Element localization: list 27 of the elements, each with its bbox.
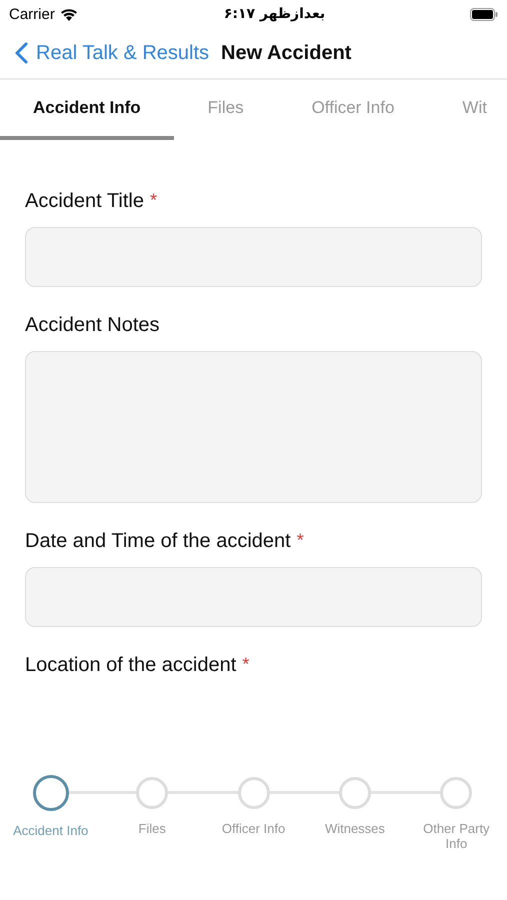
back-chevron-icon[interactable]: [14, 42, 28, 64]
field-label: Location of the accident: [25, 654, 236, 677]
required-mark: *: [150, 190, 157, 212]
status-time: بعدازظهر ۶:۱۷: [224, 6, 326, 22]
carrier-label: Carrier: [9, 6, 55, 22]
back-link[interactable]: Real Talk & Results: [36, 42, 210, 64]
step-label: Officer Info: [220, 821, 286, 836]
required-mark: *: [296, 530, 304, 552]
text-area[interactable]: [25, 351, 482, 503]
field-label: Date and Time of the accident: [25, 530, 291, 553]
step-label: Witnesses: [324, 821, 386, 836]
tab[interactable]: Officer Info: [278, 80, 428, 140]
tab[interactable]: Files: [174, 80, 278, 140]
input-field[interactable]: [25, 227, 482, 287]
tab[interactable]: Wit: [428, 80, 507, 140]
field-label: Accident Notes: [25, 314, 160, 337]
step-circle[interactable]: [32, 775, 69, 811]
battery-icon: [470, 8, 498, 20]
step-label: Other Party Info: [422, 821, 491, 851]
input-field[interactable]: [25, 567, 482, 627]
nav-title: New Accident: [221, 42, 352, 64]
tab[interactable]: Accident Info: [0, 80, 174, 140]
step-label: Accident Info: [12, 823, 90, 838]
required-mark: *: [242, 654, 250, 676]
field-label: Accident Title: [25, 190, 144, 213]
wifi-icon: [60, 8, 78, 20]
step-label: Files: [137, 821, 167, 836]
